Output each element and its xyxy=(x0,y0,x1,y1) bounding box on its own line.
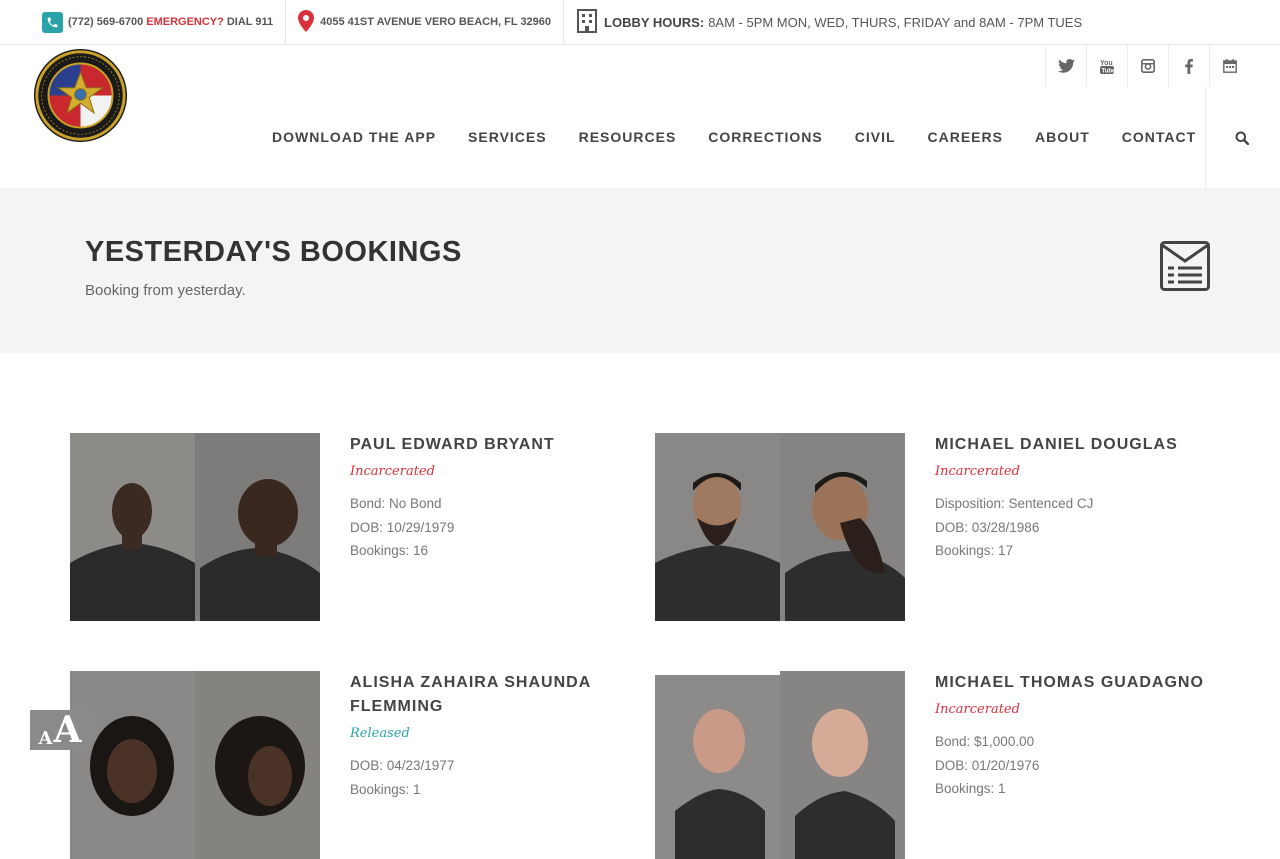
nav-careers[interactable]: CAREERS xyxy=(912,129,1019,145)
phone-link[interactable]: (772) 569-6700 xyxy=(68,16,143,28)
calendar-icon[interactable] xyxy=(1209,45,1250,87)
dob-info: DOB: 10/29/1979 xyxy=(350,519,455,535)
map-pin-icon xyxy=(298,9,315,35)
mugshot-photo[interactable] xyxy=(655,671,905,859)
site-header: You Tube DOWNLOAD THE APP SERVICES RESOUR… xyxy=(0,45,1280,188)
inmate-name[interactable]: MICHAEL DANIEL DOUGLAS xyxy=(935,433,1215,457)
nav-divider xyxy=(1205,87,1206,188)
inmate-status: Incarcerated xyxy=(935,702,1020,717)
search-icon[interactable] xyxy=(1232,129,1252,147)
bookings-count: Bookings: 1 xyxy=(350,781,421,797)
bookings-count: Bookings: 17 xyxy=(935,543,1014,558)
page-subtitle: Booking from yesterday. xyxy=(85,282,246,299)
address-link[interactable]: 4055 41ST AVENUE VERO BEACH, FL 32960 xyxy=(320,16,551,28)
small-a-glyph: A xyxy=(38,728,53,749)
lobby-segment: LOBBY HOURS: 8AM - 5PM MON, WED, THURS, … xyxy=(564,0,1094,45)
top-bar: (772) 569-6700 EMERGENCY? DIAL 911 4055 … xyxy=(0,0,1280,45)
text-size-accessibility-button[interactable]: A A xyxy=(30,710,90,750)
svg-text:Tube: Tube xyxy=(1102,69,1115,75)
inmate-name[interactable]: MICHAEL THOMAS GUADAGNO xyxy=(935,671,1215,695)
inmate-status: Released xyxy=(350,726,410,741)
dob-info: DOB: 04/23/1977 xyxy=(350,758,455,773)
nav-contact[interactable]: CONTACT xyxy=(1106,129,1212,145)
dial-911-label: DIAL 911 xyxy=(226,16,274,28)
large-a-glyph: A xyxy=(53,709,82,751)
inmate-name[interactable]: ALISHA ZAHAIRA SHAUNDA FLEMMING xyxy=(350,671,630,719)
dob-info: DOB: 01/20/1976 xyxy=(935,757,1040,773)
emergency-label: EMERGENCY? xyxy=(146,16,224,28)
facebook-icon[interactable] xyxy=(1168,45,1209,87)
phone-icon xyxy=(42,11,63,33)
dob-info: DOB: 03/28/1986 xyxy=(935,519,1040,535)
page-title: YESTERDAY'S BOOKINGS xyxy=(85,236,462,268)
main-nav: DOWNLOAD THE APP SERVICES RESOURCES CORR… xyxy=(256,129,1212,145)
inmate-name[interactable]: PAUL EDWARD BRYANT xyxy=(350,433,630,457)
social-links: You Tube xyxy=(1045,45,1250,87)
document-list-icon xyxy=(1160,241,1210,291)
nav-resources[interactable]: RESOURCES xyxy=(563,129,693,145)
svg-text:You: You xyxy=(1100,60,1113,67)
lobby-hours-text: 8AM - 5PM MON, WED, THURS, FRIDAY and 8A… xyxy=(708,14,1083,30)
sheriff-badge-logo[interactable] xyxy=(32,47,129,144)
bond-info: Bond: No Bond xyxy=(350,496,442,511)
bond-info: Bond: $1,000.00 xyxy=(935,734,1035,749)
building-icon xyxy=(576,8,598,36)
nav-download-app[interactable]: DOWNLOAD THE APP xyxy=(256,129,452,145)
bookings-count: Bookings: 1 xyxy=(935,781,1006,796)
phone-segment: (772) 569-6700 EMERGENCY? DIAL 911 xyxy=(0,0,287,45)
nav-corrections[interactable]: CORRECTIONS xyxy=(692,129,838,145)
nav-about[interactable]: ABOUT xyxy=(1019,129,1106,145)
youtube-icon[interactable]: You Tube xyxy=(1086,45,1127,87)
mugshot-photo[interactable] xyxy=(70,671,320,859)
inmate-status: Incarcerated xyxy=(350,464,435,479)
page-title-band: YESTERDAY'S BOOKINGS Booking from yester… xyxy=(0,188,1280,353)
inmate-status: Incarcerated xyxy=(935,464,1020,479)
lobby-hours-label: LOBBY HOURS: xyxy=(604,14,705,30)
instagram-icon[interactable] xyxy=(1127,45,1168,87)
nav-services[interactable]: SERVICES xyxy=(452,129,563,145)
bookings-count: Bookings: 16 xyxy=(350,543,429,558)
address-segment: 4055 41ST AVENUE VERO BEACH, FL 32960 xyxy=(286,0,565,45)
mugshot-photo[interactable] xyxy=(70,433,320,621)
nav-civil[interactable]: CIVIL xyxy=(839,129,912,145)
twitter-icon[interactable] xyxy=(1045,45,1086,87)
disposition-info: Disposition: Sentenced CJ xyxy=(935,496,1094,511)
mugshot-photo[interactable] xyxy=(655,433,905,621)
